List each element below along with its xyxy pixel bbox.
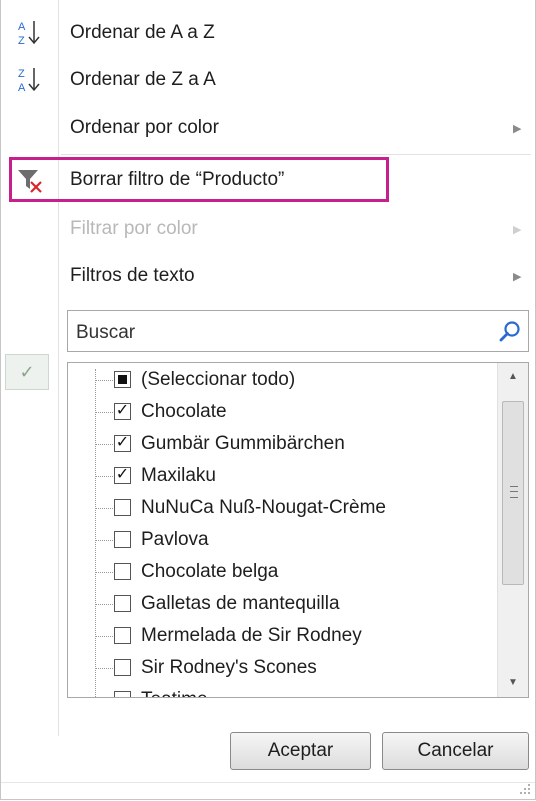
tree-connector (95, 508, 113, 509)
checkbox-unchecked[interactable] (114, 659, 131, 676)
menu-item-sort-az[interactable]: A Z Ordenar de A a Z (1, 10, 535, 56)
checkbox-unchecked[interactable] (114, 627, 131, 644)
text-filters-label: Filtros de texto (70, 265, 195, 286)
menu-separator (61, 154, 531, 155)
search-box[interactable] (67, 310, 529, 352)
tree-connector (95, 668, 113, 669)
svg-text:A: A (18, 21, 26, 33)
menu-item-sort-za[interactable]: Z A Ordenar de Z a A (1, 57, 535, 103)
list-item-label: Maxilaku (141, 465, 216, 486)
magnifier-icon[interactable] (498, 319, 522, 343)
checkbox-checked[interactable]: ✓ (114, 467, 131, 484)
grip-icon (510, 486, 518, 498)
list-item-label: NuNuCa Nuß-Nougat-Crème (141, 497, 386, 518)
sort-descending-icon: Z A (18, 68, 40, 94)
list-item-label: Teatime (141, 689, 208, 697)
resize-grip-icon[interactable] (519, 783, 531, 795)
tree-connector (95, 380, 113, 381)
submenu-arrow-icon: ▶ (513, 223, 522, 236)
checkbox-unchecked[interactable] (114, 499, 131, 516)
list-item[interactable]: Teatime (95, 685, 495, 697)
list-item-select-all[interactable]: (Seleccionar todo) (95, 365, 495, 397)
list-item-label: (Seleccionar todo) (141, 369, 296, 390)
checkmark-icon: ✓ (5, 354, 49, 390)
list-item[interactable]: ✓ Chocolate (95, 397, 495, 429)
checkbox-checked[interactable]: ✓ (114, 435, 131, 452)
checkbox-unchecked[interactable] (114, 595, 131, 612)
list-item-label: Sir Rodney's Scones (141, 657, 317, 678)
tree-connector (95, 604, 113, 605)
list-item-label: Chocolate (141, 401, 227, 422)
list-item-label: Chocolate belga (141, 561, 279, 582)
list-item-label: Pavlova (141, 529, 209, 550)
list-item[interactable]: ✓ Maxilaku (95, 461, 495, 493)
cancel-button[interactable]: Cancelar (382, 732, 529, 770)
menu-item-text-filters[interactable]: Filtros de texto ▶ (1, 253, 535, 299)
list-scrollbar[interactable]: ▲ ▼ (497, 363, 528, 697)
list-item-label: Mermelada de Sir Rodney (141, 625, 362, 646)
sort-by-color-label: Ordenar por color (70, 117, 219, 138)
menu-item-sort-by-color[interactable]: Ordenar por color ▶ (1, 105, 535, 151)
tree-connector (95, 412, 113, 413)
tree-connector (95, 444, 113, 445)
sort-az-label: Ordenar de A a Z (70, 22, 215, 43)
menu-item-filter-by-color: Filtrar por color ▶ (1, 206, 535, 252)
footer-divider (1, 782, 535, 783)
list-item[interactable]: Pavlova (95, 525, 495, 557)
checkbox-checked[interactable]: ✓ (114, 403, 131, 420)
sort-ascending-icon: A Z (18, 21, 40, 47)
scroll-down-icon[interactable]: ▼ (498, 669, 528, 697)
filter-value-list[interactable]: (Seleccionar todo) ✓ Chocolate ✓ Gumbär … (67, 362, 529, 698)
submenu-arrow-icon: ▶ (513, 122, 522, 135)
list-item-label: Gumbär Gummibärchen (141, 433, 345, 454)
scrollbar-thumb[interactable] (502, 401, 524, 585)
ok-button[interactable]: Aceptar (230, 732, 371, 770)
tree-connector (95, 476, 113, 477)
list-item[interactable]: Chocolate belga (95, 557, 495, 589)
svg-text:Z: Z (18, 35, 25, 47)
tree-connector (95, 540, 113, 541)
filter-dropdown-menu: A Z Ordenar de A a Z Z A Ordenar de Z a … (0, 0, 536, 800)
checkbox-unchecked[interactable] (114, 691, 131, 697)
svg-text:Z: Z (18, 68, 25, 80)
highlight-box (9, 157, 389, 202)
list-item[interactable]: NuNuCa Nuß-Nougat-Crème (95, 493, 495, 525)
svg-text:A: A (18, 82, 26, 94)
list-item-label: Galletas de mantequilla (141, 593, 340, 614)
submenu-arrow-icon: ▶ (513, 270, 522, 283)
tree-connector (95, 572, 113, 573)
list-item[interactable]: ✓ Gumbär Gummibärchen (95, 429, 495, 461)
scroll-up-icon[interactable]: ▲ (498, 363, 528, 391)
list-item[interactable]: Galletas de mantequilla (95, 589, 495, 621)
list-item[interactable]: Sir Rodney's Scones (95, 653, 495, 685)
list-item[interactable]: Mermelada de Sir Rodney (95, 621, 495, 653)
tree-connector (95, 636, 113, 637)
search-input[interactable] (74, 321, 498, 345)
sort-za-label: Ordenar de Z a A (70, 69, 216, 90)
checkbox-partial[interactable] (114, 371, 131, 388)
filter-by-color-label: Filtrar por color (70, 218, 198, 239)
checkbox-unchecked[interactable] (114, 563, 131, 580)
checkbox-unchecked[interactable] (114, 531, 131, 548)
